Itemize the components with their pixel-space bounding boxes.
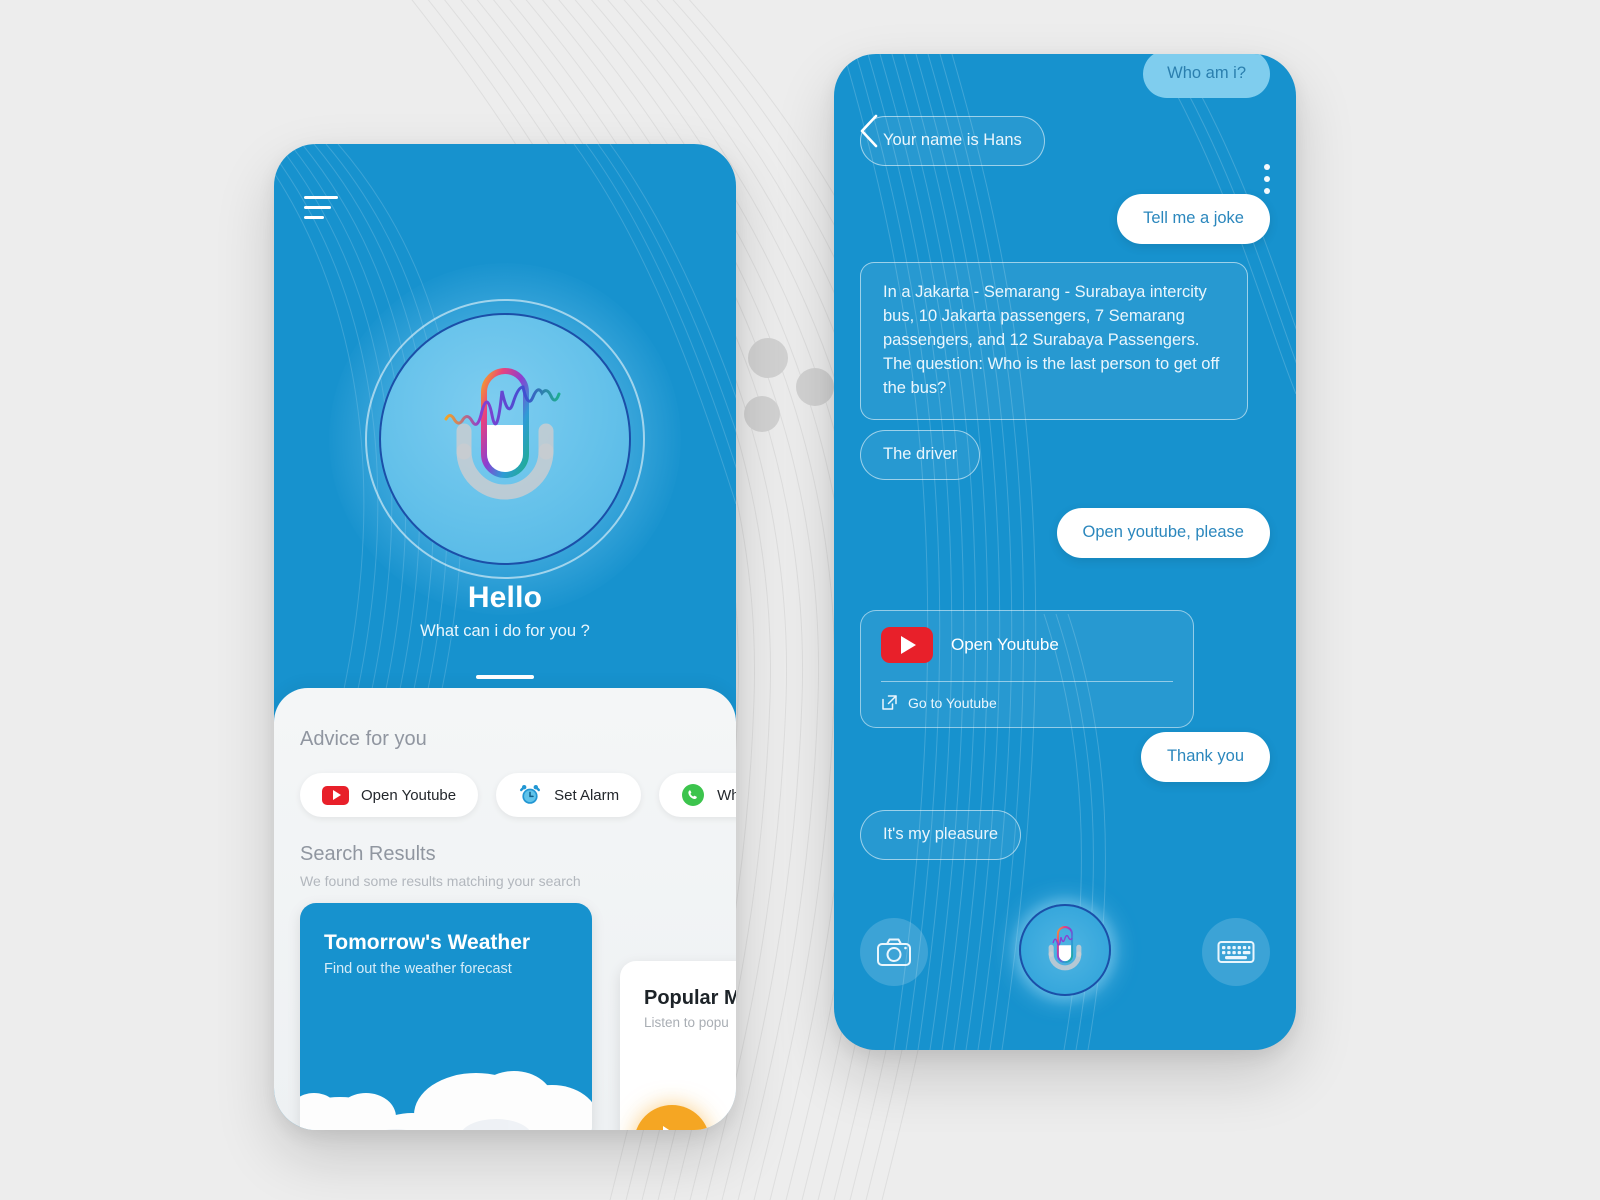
youtube-icon [322, 785, 349, 805]
card-title: Tomorrow's Weather [324, 931, 531, 954]
decorative-dot [744, 396, 780, 432]
phone-home-screen: Hello What can i do for you ? Advice for… [274, 144, 736, 1130]
camera-button[interactable] [860, 918, 928, 986]
chat-screen-content: Who am i? Your name is Hans Tell me a jo… [834, 54, 1296, 1050]
chat-bubble-user: Open youtube, please [1056, 508, 1270, 558]
background-texture [411, 0, 964, 1200]
chip-label: Wh [717, 786, 736, 804]
hamburger-line [304, 206, 331, 209]
results-section-subtitle: We found some results matching your sear… [300, 873, 581, 889]
sheet-grabber[interactable] [476, 675, 534, 679]
card-subtitle: Find out the weather forecast [324, 961, 512, 977]
phone-chat-screen: Who am i? Your name is Hans Tell me a jo… [834, 54, 1296, 1050]
link-label: Go to Youtube [908, 694, 997, 711]
hamburger-line [304, 216, 324, 219]
alarm-clock-icon [520, 785, 541, 804]
card-title: Popular M [644, 987, 736, 1009]
keyboard-icon [1217, 941, 1255, 963]
advice-chip-list: Open Youtube Set Alarm Wh [300, 773, 736, 817]
chip-open-youtube[interactable]: Open Youtube [300, 773, 479, 817]
result-card-list: Tomorrow's Weather Find out the weather … [300, 903, 736, 1130]
youtube-icon [881, 627, 933, 663]
chat-bubble-assistant: Your name is Hans [860, 116, 1045, 166]
page-background [0, 0, 1600, 1200]
camera-icon [877, 938, 911, 966]
card-subtitle: Listen to popu [644, 1015, 729, 1030]
hamburger-line [304, 196, 338, 199]
chat-bubble-assistant: The driver [860, 430, 981, 480]
home-bottom-sheet: Advice for you Open Youtube Set Alarm Wh… [274, 688, 736, 1130]
decorative-dot [796, 368, 834, 406]
chat-bubble-assistant: In a Jakarta - Semarang - Surabaya inter… [860, 262, 1248, 420]
chip-label: Open Youtube [361, 786, 457, 804]
play-button[interactable] [634, 1105, 710, 1130]
keyboard-button[interactable] [1202, 918, 1270, 986]
chat-bubble-user: Thank you [1140, 732, 1270, 782]
divider [881, 681, 1173, 682]
microphone-icon [444, 368, 561, 500]
chat-bubble-user: Who am i? [1143, 54, 1270, 98]
cloud-image [300, 1071, 592, 1130]
voice-assistant-orb[interactable] [329, 263, 681, 615]
voice-input-button[interactable] [1019, 904, 1111, 996]
greeting-subtitle: What can i do for you ? [420, 622, 590, 640]
card-tomorrows-weather[interactable]: Tomorrow's Weather Find out the weather … [300, 903, 592, 1130]
youtube-card-header: Open Youtube [881, 627, 1173, 663]
chat-bubble-user: Tell me a joke [1117, 194, 1270, 244]
chat-toolbar [834, 892, 1296, 1008]
home-hero: Hello What can i do for you ? [274, 144, 736, 689]
greeting-title: Hello [467, 581, 543, 614]
hamburger-menu-button[interactable] [304, 196, 338, 222]
results-section-title: Search Results [300, 843, 436, 865]
chip-set-alarm[interactable]: Set Alarm [496, 773, 642, 817]
card-popular-music[interactable]: Popular M Listen to popu [620, 961, 736, 1130]
microphone-icon [1048, 926, 1082, 971]
advice-section-title: Advice for you [300, 728, 427, 750]
chip-whatsapp[interactable]: Wh [659, 773, 736, 817]
whatsapp-icon [682, 784, 705, 806]
vinyl-record-image [716, 1061, 736, 1130]
chat-bubble-assistant: It's my pleasure [860, 810, 1022, 860]
go-to-youtube-link[interactable]: Go to Youtube [881, 694, 1173, 711]
decorative-dot [748, 338, 788, 378]
decorative-dots [744, 334, 834, 434]
external-link-icon [882, 695, 897, 710]
youtube-card-title: Open Youtube [951, 635, 1059, 654]
youtube-action-card[interactable]: Open Youtube Go to Youtube [860, 610, 1194, 728]
play-icon [662, 1126, 689, 1130]
chip-label: Set Alarm [554, 786, 620, 804]
